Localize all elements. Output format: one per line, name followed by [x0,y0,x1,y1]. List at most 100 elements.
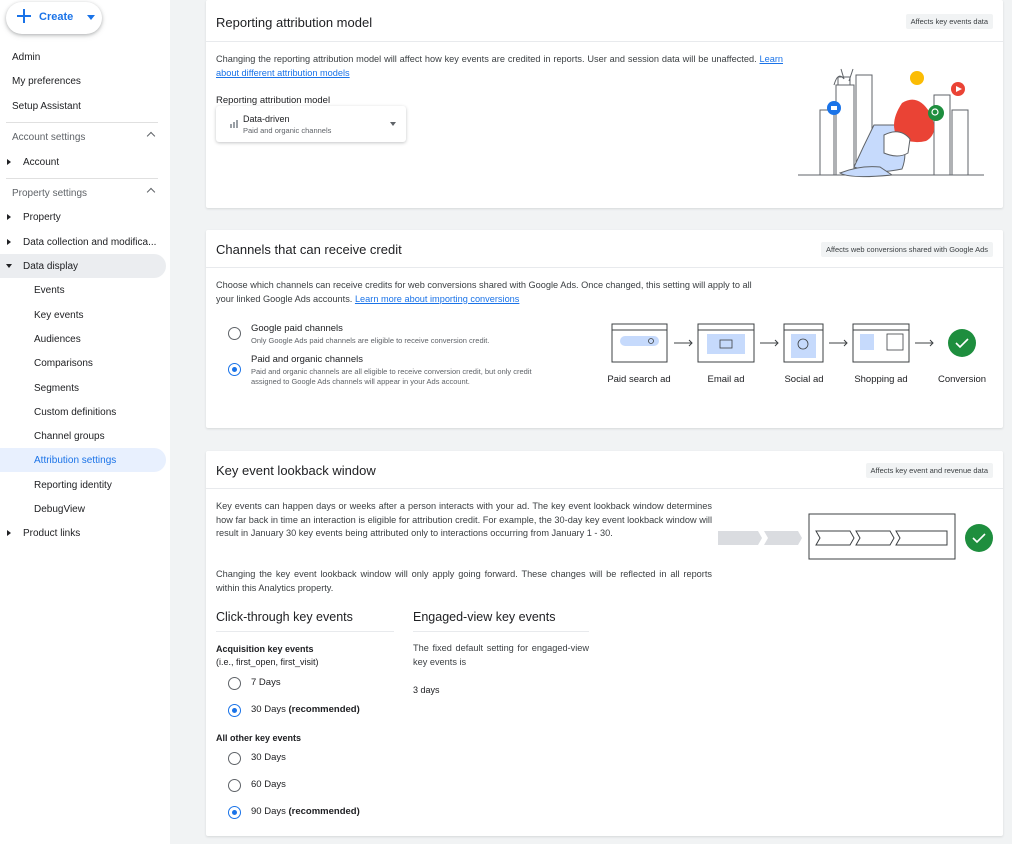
caret-down-icon [87,15,95,20]
account-settings-label: Account settings [12,131,86,143]
lookback-description-2: Changing the key event lookback window w… [216,569,712,593]
option-description: Only Google Ads paid channels are eligib… [251,336,490,345]
other-30-days-radio[interactable] [228,752,241,765]
option-label: 30 Days (recommended) [251,704,360,715]
sidebar-item-my-preferences[interactable]: My preferences [0,69,166,93]
sidebar-item-label: Property [23,211,61,223]
account-settings-header[interactable]: Account settings [0,125,166,149]
divider [6,122,158,123]
option-label: 90 Days (recommended) [251,806,360,817]
option-description: Paid and organic channels are all eligib… [251,367,532,376]
acq-7-days-radio[interactable] [228,677,241,690]
flow-label: Paid search ad [607,374,671,385]
sidebar-item-account[interactable]: Account [0,150,166,174]
sidebar-item-comparisons[interactable]: Comparisons [0,351,166,375]
affects-badge: Affects web conversions shared with Goog… [820,242,993,257]
affects-badge: Affects key event and revenue data [865,463,993,478]
sidebar-item-channel-groups[interactable]: Channel groups [0,424,166,448]
sidebar-item-property[interactable]: Property [0,205,166,229]
recommended-tag: (recommended) [288,806,360,817]
plus-icon [16,8,32,24]
option-label: Google paid channels [251,323,343,334]
sidebar-item-product-links[interactable]: Product links [0,521,166,545]
click-through-title: Click-through key events [216,610,353,624]
other-events-label: All other key events [216,733,302,743]
channels-credit-card: Channels that can receive credit Affects… [206,230,1003,428]
chevron-up-icon [146,187,156,197]
sidebar: Create Admin My preferences Setup Assist… [0,0,170,844]
google-paid-channels-radio[interactable] [228,327,241,340]
divider [216,631,394,632]
sidebar-item-custom-definitions[interactable]: Custom definitions [0,400,166,424]
select-value: Data-driven [243,114,290,124]
divider [206,41,1003,42]
flow-label: Social ad [784,374,824,385]
lookback-description: Key events can happen days or weeks afte… [216,501,712,538]
expand-arrow-icon [7,214,11,220]
expand-arrow-icon [7,159,11,165]
attribution-illustration [798,68,984,178]
divider [6,178,158,179]
sidebar-item-debugview[interactable]: DebugView [0,497,166,521]
channels-description: Choose which channels can receive credit… [216,279,768,306]
other-60-days-radio[interactable] [228,779,241,792]
lookback-window-card: Key event lookback window Affects key ev… [206,451,1003,836]
flow-label: Conversion [937,374,987,385]
card-title: Key event lookback window [216,463,376,478]
acq-30-days-radio[interactable] [228,704,241,717]
sidebar-item-key-events[interactable]: Key events [0,303,166,327]
flow-label: Email ad [707,374,745,385]
create-button[interactable]: Create [6,2,102,34]
acquisition-sublabel: (i.e., first_open, first_visit) [216,657,319,667]
engaged-view-title: Engaged-view key events [413,610,556,624]
sidebar-item-label: Data display [23,260,79,272]
recommended-tag: (recommended) [288,704,360,715]
sidebar-item-reporting-identity[interactable]: Reporting identity [0,473,166,497]
expand-arrow-icon [7,239,11,245]
sidebar-item-label: Data collection and modifica... [23,236,157,248]
property-settings-label: Property settings [12,187,88,199]
affects-badge: Affects key events data [905,14,993,29]
attribution-model-card: Reporting attribution model Affects key … [206,0,1003,208]
option-value: 90 Days [251,806,286,817]
engaged-view-value: 3 days [413,685,440,695]
expand-arrow-icon [7,530,11,536]
chevron-up-icon [146,131,156,141]
channel-flow-diagram [611,323,976,363]
divider [413,631,589,632]
sidebar-item-segments[interactable]: Segments [0,376,166,400]
bar-chart-icon [230,120,238,128]
sidebar-item-audiences[interactable]: Audiences [0,327,166,351]
flow-label: Shopping ad [854,374,908,385]
attribution-description: Changing the reporting attribution model… [216,53,783,80]
option-label: 60 Days [251,779,286,790]
lookback-illustration [718,513,993,560]
create-label: Create [39,11,74,23]
divider [206,488,1003,489]
attribution-model-select[interactable]: Data-driven Paid and organic channels [216,106,406,142]
option-label: 30 Days [251,752,286,763]
option-label: Paid and organic channels [251,354,363,365]
select-subtext: Paid and organic channels [243,126,332,135]
paid-organic-channels-radio[interactable] [228,363,241,376]
option-label: 7 Days [251,677,281,688]
sidebar-item-data-display[interactable]: Data display [0,254,166,278]
option-description: assigned to Google Ads channels will app… [251,377,470,386]
sidebar-item-label: Product links [23,527,81,539]
importing-conversions-link[interactable]: Learn more about importing conversions [355,294,519,304]
card-title: Channels that can receive credit [216,242,402,257]
collapse-arrow-icon [6,264,12,268]
divider [206,267,1003,268]
sidebar-item-data-collection[interactable]: Data collection and modifica... [0,230,166,254]
acquisition-label: Acquisition key events [216,644,314,654]
property-settings-header[interactable]: Property settings [0,181,166,205]
caret-down-icon [390,122,396,126]
sidebar-item-admin[interactable]: Admin [0,45,166,69]
other-90-days-radio[interactable] [228,806,241,819]
engaged-view-text: The fixed default setting for engaged-vi… [413,643,589,667]
card-title: Reporting attribution model [216,15,373,30]
sidebar-item-setup-assistant[interactable]: Setup Assistant [0,94,166,118]
option-value: 30 Days [251,704,286,715]
sidebar-item-events[interactable]: Events [0,278,166,302]
sidebar-item-attribution-settings[interactable]: Attribution settings [0,448,166,472]
